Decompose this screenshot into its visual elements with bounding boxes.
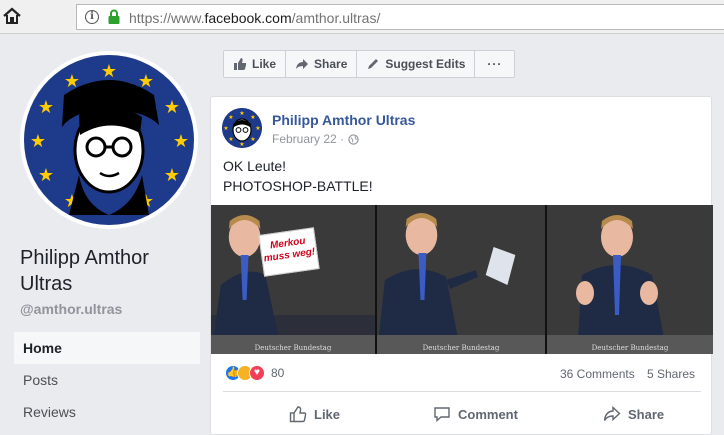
reactions-summary[interactable]: 👍 ♥ 80 <box>225 365 284 381</box>
image-panel: Deutscher Bundestag <box>547 205 713 354</box>
post-author-avatar[interactable]: ★ ★ ★ ★ ★ ★ ★ ★ <box>222 108 262 148</box>
svg-text:★: ★ <box>173 131 189 151</box>
share-count[interactable]: 5 Shares <box>647 367 695 381</box>
svg-text:★: ★ <box>223 125 228 132</box>
suggest-edits-button[interactable]: Suggest Edits <box>357 51 476 77</box>
page-title: Philipp Amthor Ultras <box>20 247 149 295</box>
svg-text:★: ★ <box>38 165 54 185</box>
nav-item-home[interactable]: Home <box>14 332 200 364</box>
svg-text:★: ★ <box>250 114 255 121</box>
more-options-button[interactable]: ··· <box>475 51 514 77</box>
post-like-button[interactable]: Like <box>289 402 340 426</box>
divider <box>223 391 701 392</box>
svg-text:★: ★ <box>250 136 255 143</box>
browser-toolbar: i https://www.facebook.com/amthor.ultras… <box>0 0 724 34</box>
pencil-icon <box>368 59 379 69</box>
thumbs-up-icon <box>289 406 307 423</box>
profile-picture[interactable]: ★ ★ ★ ★ ★ ★ ★ ★ ★ ★ ★ <box>20 51 198 229</box>
lock-icon <box>107 9 121 25</box>
page-nav: Home Posts Reviews <box>14 332 200 428</box>
post-timestamp[interactable]: February 22 · <box>272 132 359 146</box>
home-icon[interactable] <box>2 6 22 26</box>
svg-text:★: ★ <box>30 131 46 151</box>
url-text: https://www.facebook.com/amthor.ultras/ <box>129 10 381 26</box>
svg-text:★: ★ <box>255 125 260 132</box>
svg-text:★: ★ <box>239 141 244 148</box>
like-page-button[interactable]: Like <box>224 51 287 77</box>
svg-text:★: ★ <box>38 97 54 117</box>
post-author-name[interactable]: Philipp Amthor Ultras <box>272 112 415 128</box>
image-caption: Deutscher Bundestag <box>422 344 500 352</box>
reaction-count: 80 <box>271 366 285 380</box>
post-body: OK Leute! PHOTOSHOP-BATTLE! <box>223 158 373 194</box>
image-caption: Deutscher Bundestag <box>591 344 669 352</box>
info-icon[interactable]: i <box>85 10 99 24</box>
share-page-button[interactable]: Share <box>286 51 358 77</box>
globe-icon <box>348 133 359 145</box>
love-reaction-icon: ♥ <box>249 365 265 381</box>
page-sidebar: ★ ★ ★ ★ ★ ★ ★ ★ ★ ★ ★ Philipp Amthor Ult… <box>0 35 210 435</box>
post-comment-button[interactable]: Comment <box>433 402 518 426</box>
protest-sign: Merkou muss weg! <box>258 227 320 277</box>
comment-icon <box>434 407 450 423</box>
svg-text:★: ★ <box>228 114 233 121</box>
comment-count[interactable]: 36 Comments <box>560 367 635 381</box>
image-caption: Deutscher Bundestag <box>254 344 332 352</box>
more-icon: ··· <box>487 57 503 71</box>
page-handle[interactable]: @amthor.ultras <box>20 301 122 317</box>
redaction-block <box>401 143 521 187</box>
share-arrow-icon <box>296 59 309 69</box>
page-action-bar: Like Share Suggest Edits ··· <box>223 50 516 78</box>
address-bar[interactable]: i https://www.facebook.com/amthor.ultras… <box>76 4 724 30</box>
svg-text:★: ★ <box>164 97 180 117</box>
svg-text:★: ★ <box>164 165 180 185</box>
post-image[interactable]: Merkou muss weg! Deutscher Bundestag Deu… <box>211 205 713 354</box>
image-panel: Merkou muss weg! Deutscher Bundestag <box>211 205 377 354</box>
share-arrow-icon <box>603 405 621 422</box>
thumbs-up-icon <box>234 58 247 70</box>
redaction-block <box>511 143 561 157</box>
nav-item-reviews[interactable]: Reviews <box>14 396 200 428</box>
svg-text:★: ★ <box>101 61 117 81</box>
svg-text:★: ★ <box>228 136 233 143</box>
image-panel: Deutscher Bundestag <box>377 205 547 354</box>
nav-item-posts[interactable]: Posts <box>14 364 200 396</box>
post-card: ★ ★ ★ ★ ★ ★ ★ ★ Philipp Amthor Ultras February… <box>210 96 713 435</box>
svg-text:★: ★ <box>239 110 244 117</box>
post-share-button[interactable]: Share <box>603 402 664 426</box>
